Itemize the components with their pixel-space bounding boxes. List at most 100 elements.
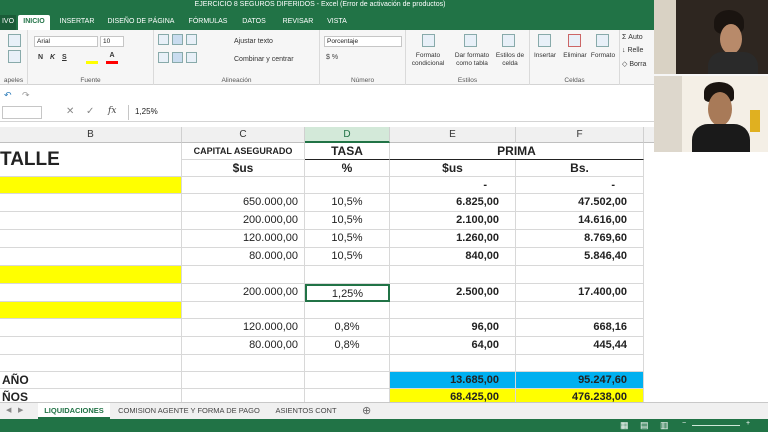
cell-b-row[interactable] xyxy=(0,212,182,230)
currency-format-icon[interactable]: $ % xyxy=(326,54,338,61)
insert-function-button[interactable]: fx xyxy=(108,106,116,116)
insert-cells-icon[interactable] xyxy=(538,34,551,47)
column-header-b[interactable]: B xyxy=(0,127,182,143)
cell-capital[interactable]: 120.000,00 xyxy=(182,319,305,337)
cell-section-1[interactable] xyxy=(0,177,182,194)
cell-empty[interactable] xyxy=(182,372,305,389)
cell-prima-usd[interactable]: 64,00 xyxy=(390,337,516,355)
cell-empty[interactable] xyxy=(305,389,390,402)
cell-empty[interactable] xyxy=(390,302,516,319)
cell-prima-bs[interactable]: 47.502,00 xyxy=(516,194,644,212)
format-cells-icon[interactable] xyxy=(596,34,609,47)
cell-prima-usd[interactable]: 6.825,00 xyxy=(390,194,516,212)
tab-datos[interactable]: DATOS xyxy=(236,15,272,30)
confirm-icon[interactable]: ✓ xyxy=(86,106,94,117)
cell-empty[interactable] xyxy=(305,372,390,389)
font-color-icon[interactable]: A xyxy=(106,52,118,64)
column-header-e[interactable]: E xyxy=(390,127,516,143)
cell-b-row[interactable] xyxy=(0,230,182,248)
cell-b-row[interactable] xyxy=(0,194,182,212)
tab-formulas[interactable]: FÓRMULAS xyxy=(184,15,232,30)
zoom-in-icon[interactable]: + xyxy=(746,420,750,427)
cell-total-all-bs[interactable]: 476.238,00 xyxy=(516,389,644,402)
page-layout-icon[interactable]: ▤ xyxy=(640,420,649,431)
cell-prima-usd-unit[interactable]: $us xyxy=(390,160,516,177)
format-cells-button[interactable]: Formato xyxy=(588,52,618,60)
cell-empty[interactable] xyxy=(0,355,182,372)
cell-tasa-header[interactable]: TASA xyxy=(305,143,390,160)
delete-cells-button[interactable]: Eliminar xyxy=(559,52,591,60)
cancel-icon[interactable]: ✕ xyxy=(66,106,74,117)
cell-prima-bs[interactable]: 14.616,00 xyxy=(516,212,644,230)
cell-empty[interactable] xyxy=(516,355,644,372)
cell-empty[interactable] xyxy=(305,266,390,284)
cell-capital[interactable]: 80.000,00 xyxy=(182,248,305,266)
autosum-button[interactable]: Σ Auto xyxy=(622,34,643,41)
cell-total-all-label[interactable]: ÑOS xyxy=(0,389,182,402)
tab-inicio[interactable]: INICIO xyxy=(18,15,50,30)
sheet-tab-comision[interactable]: COMISION AGENTE Y FORMA DE PAGO xyxy=(114,403,264,419)
cell-prima-bs[interactable]: 445,44 xyxy=(516,337,644,355)
cell-empty[interactable] xyxy=(390,355,516,372)
cell-tasa[interactable]: 0,8% xyxy=(305,337,390,355)
cell-tasa[interactable]: 0,8% xyxy=(305,319,390,337)
wrap-text-button[interactable]: Ajustar texto xyxy=(234,38,273,45)
cell-prima-bs[interactable]: 17.400,00 xyxy=(516,284,644,302)
add-sheet-icon[interactable]: ⊕ xyxy=(362,404,371,417)
cell-capital[interactable]: 200.000,00 xyxy=(182,212,305,230)
redo-icon[interactable]: ↷ xyxy=(22,90,30,101)
undo-icon[interactable]: ↶ xyxy=(4,90,12,101)
cell-capital[interactable]: 120.000,00 xyxy=(182,230,305,248)
column-header-c[interactable]: C xyxy=(182,127,305,143)
tab-diseno-pagina[interactable]: DISEÑO DE PÁGINA xyxy=(104,15,178,30)
cell-prima-bs[interactable]: 5.846,40 xyxy=(516,248,644,266)
cell-total-year-usd[interactable]: 13.685,00 xyxy=(390,372,516,389)
cell-empty[interactable] xyxy=(516,266,644,284)
cell-prima-usd[interactable]: 1.260,00 xyxy=(390,230,516,248)
align-middle-icon[interactable] xyxy=(172,34,183,45)
cell-tasa[interactable]: 10,5% xyxy=(305,248,390,266)
column-header-f[interactable]: F xyxy=(516,127,644,143)
zoom-slider[interactable] xyxy=(692,425,740,426)
cell-prima-usd[interactable]: 2.100,00 xyxy=(390,212,516,230)
next-sheet-icon[interactable]: ▶ xyxy=(18,406,23,414)
cell-empty[interactable] xyxy=(390,266,516,284)
fill-color-icon[interactable] xyxy=(86,52,98,64)
cell-empty[interactable] xyxy=(305,302,390,319)
zoom-out-icon[interactable]: − xyxy=(682,420,686,427)
tab-insertar[interactable]: INSERTAR xyxy=(56,15,98,30)
cell-tasa-unit[interactable]: % xyxy=(305,160,390,177)
cell-empty[interactable] xyxy=(182,389,305,402)
align-bottom-icon[interactable] xyxy=(186,34,197,45)
insert-cells-button[interactable]: Insertar xyxy=(530,52,560,60)
cell-empty[interactable] xyxy=(182,302,305,319)
align-center-icon[interactable] xyxy=(172,52,183,63)
cell-title[interactable]: TALLE xyxy=(0,143,182,177)
delete-cells-icon[interactable] xyxy=(568,34,581,47)
cell-prima-usd[interactable]: 2.500,00 xyxy=(390,284,516,302)
font-name-select[interactable]: Arial xyxy=(34,36,98,47)
page-break-icon[interactable]: ▥ xyxy=(660,420,669,431)
align-top-icon[interactable] xyxy=(158,34,169,45)
cell-tasa[interactable]: 10,5% xyxy=(305,194,390,212)
cell-prima-bs[interactable]: 668,16 xyxy=(516,319,644,337)
conditional-format-icon[interactable] xyxy=(422,34,435,47)
cell-capital[interactable]: 650.000,00 xyxy=(182,194,305,212)
cell-empty[interactable] xyxy=(516,302,644,319)
cell-total-all-usd[interactable]: 68.425,00 xyxy=(390,389,516,402)
format-table-button[interactable]: Dar formato como tabla xyxy=(450,52,494,68)
cell-empty[interactable] xyxy=(182,355,305,372)
column-header-d[interactable]: D xyxy=(305,127,390,143)
cell-dash-f[interactable]: - xyxy=(516,177,644,194)
cell-dash-e[interactable]: - xyxy=(390,177,516,194)
copy-icon[interactable] xyxy=(8,50,21,63)
italic-button[interactable]: K xyxy=(50,54,55,61)
cell-b-row[interactable] xyxy=(0,284,182,302)
cell-total-year-label[interactable]: AÑO xyxy=(0,372,182,389)
cell-tasa[interactable]: 10,5% xyxy=(305,212,390,230)
cell-empty[interactable] xyxy=(182,177,305,194)
conditional-format-button[interactable]: Formato condicional xyxy=(406,52,450,68)
cell-styles-icon[interactable] xyxy=(502,34,515,47)
cell-capital[interactable]: 200.000,00 xyxy=(182,284,305,302)
cell-b-row[interactable] xyxy=(0,337,182,355)
